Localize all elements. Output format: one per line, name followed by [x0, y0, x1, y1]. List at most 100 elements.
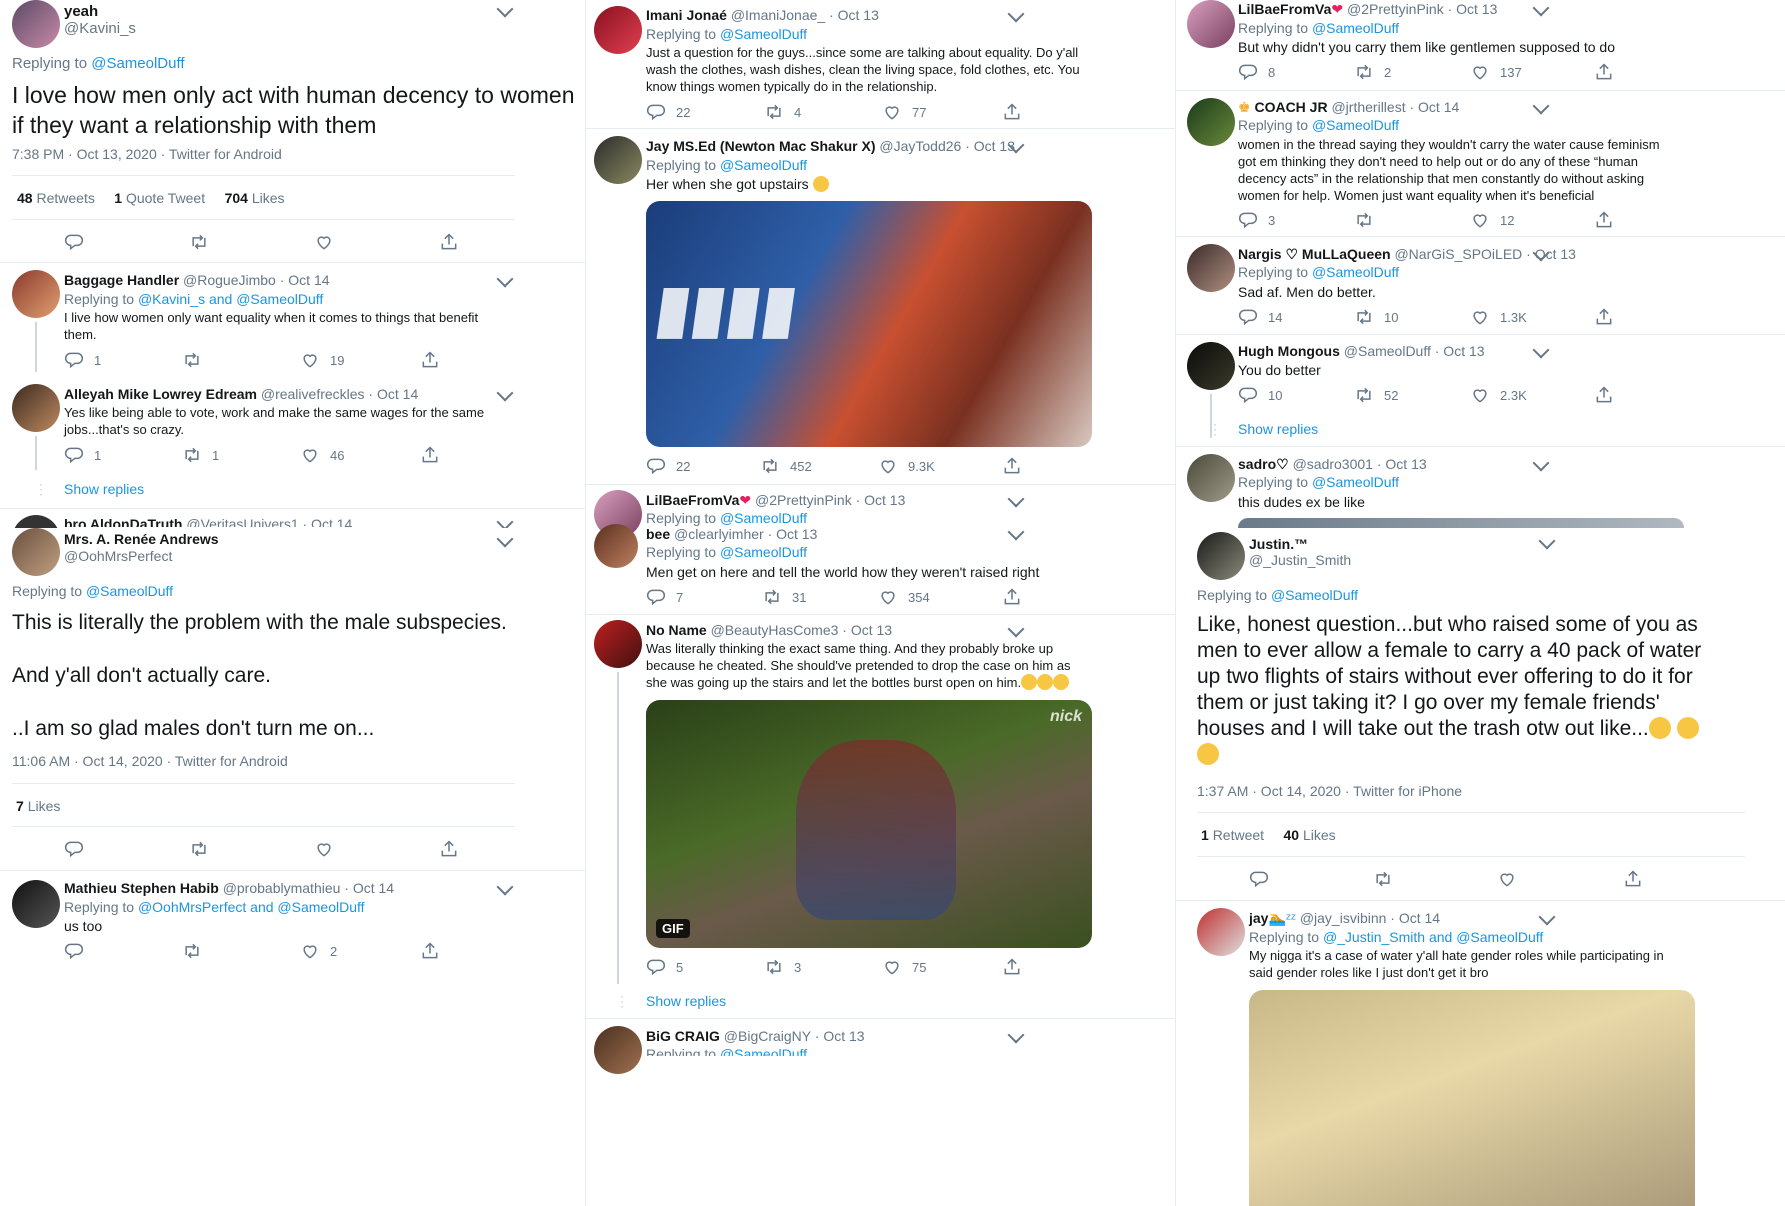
chevron-down-icon[interactable]	[496, 384, 514, 402]
share-button[interactable]	[420, 350, 440, 370]
reply-button[interactable]: 14	[1238, 307, 1282, 327]
share-button[interactable]	[1594, 385, 1614, 405]
share-button[interactable]	[1002, 102, 1022, 122]
chevron-down-icon[interactable]	[1532, 341, 1550, 359]
chevron-down-icon[interactable]	[1007, 620, 1025, 638]
avatar[interactable]	[12, 880, 60, 928]
author-meta[interactable]: @2PrettyinPink · Oct 13	[755, 492, 905, 508]
like-button[interactable]	[314, 232, 334, 252]
avatar[interactable]	[1187, 454, 1235, 502]
reply-button[interactable]	[1249, 869, 1269, 889]
author-name[interactable]: bro AldonDaTruth	[64, 516, 182, 527]
avatar[interactable]	[594, 524, 638, 568]
like-button[interactable]: 75	[882, 957, 926, 977]
retweet-button[interactable]: 452	[760, 456, 812, 476]
reply-button[interactable]: 7	[646, 587, 683, 607]
quote-tweets-count[interactable]: 1 Quote Tweet	[114, 190, 205, 206]
like-button[interactable]: 19	[300, 350, 344, 370]
author-name[interactable]: BiG CRAIG	[646, 1028, 720, 1044]
mention-link[interactable]: @Kavini_s and @SameolDuff	[138, 291, 323, 307]
chevron-down-icon[interactable]	[1532, 0, 1550, 17]
show-replies-link[interactable]: Show replies	[1238, 421, 1318, 437]
share-button[interactable]	[1002, 587, 1022, 607]
reply-button[interactable]: 22	[646, 456, 690, 476]
like-button[interactable]: 2	[300, 941, 337, 961]
author-name[interactable]: Justin.™	[1249, 536, 1308, 552]
avatar[interactable]	[1187, 342, 1235, 390]
avatar[interactable]	[1197, 908, 1245, 956]
like-button[interactable]: 12	[1470, 210, 1514, 230]
likes-count[interactable]: 40 Likes	[1284, 827, 1336, 843]
mention-link[interactable]: @SameolDuff	[1312, 117, 1399, 133]
tweet-gif[interactable]: nick GIF	[646, 700, 1092, 948]
reply-button[interactable]: 1	[64, 445, 101, 465]
chevron-down-icon[interactable]	[496, 878, 514, 896]
avatar[interactable]	[594, 136, 642, 184]
avatar[interactable]	[594, 6, 642, 54]
tweet-image[interactable]	[1249, 990, 1695, 1206]
retweet-button[interactable]	[189, 232, 209, 252]
author-name[interactable]: Hugh Mongous	[1238, 343, 1340, 359]
like-button[interactable]: 354	[878, 587, 930, 607]
author-name[interactable]: COACH JR	[1254, 99, 1327, 115]
author-meta[interactable]: @realivefreckles · Oct 14	[261, 386, 418, 402]
author-handle[interactable]: @OohMrsPerfect	[64, 548, 172, 564]
share-button[interactable]	[439, 839, 459, 859]
like-button[interactable]: 46	[300, 445, 344, 465]
author-meta[interactable]: @sadro3001 · Oct 13	[1293, 456, 1427, 472]
retweet-button[interactable]: 4	[764, 102, 801, 122]
like-button[interactable]	[314, 839, 334, 859]
chevron-down-icon[interactable]	[1007, 5, 1025, 23]
avatar[interactable]	[1187, 244, 1235, 292]
avatar[interactable]	[594, 620, 642, 668]
share-button[interactable]	[1623, 869, 1643, 889]
author-meta[interactable]: @VeritasUnivers1 · Oct 14	[186, 516, 352, 527]
like-button[interactable]: 9.3K	[878, 456, 935, 476]
mention-link[interactable]: @OohMrsPerfect and @SameolDuff	[138, 899, 365, 915]
like-button[interactable]	[1497, 869, 1517, 889]
retweet-button[interactable]: 10	[1354, 307, 1398, 327]
retweet-button[interactable]	[1354, 210, 1384, 230]
retweet-button[interactable]	[182, 350, 212, 370]
chevron-down-icon[interactable]	[1532, 97, 1550, 115]
mention-link[interactable]: @SameolDuff	[720, 1046, 807, 1056]
mention-link[interactable]: @SameolDuff	[720, 544, 807, 560]
chevron-down-icon[interactable]	[1532, 454, 1550, 472]
retweet-button[interactable]: 2	[1354, 62, 1391, 82]
share-button[interactable]	[420, 445, 440, 465]
author-name[interactable]: bee	[646, 526, 670, 542]
likes-count[interactable]: 7 Likes	[16, 798, 60, 814]
retweet-button[interactable]	[189, 839, 209, 859]
author-name[interactable]: Baggage Handler	[64, 272, 179, 288]
author-name[interactable]: Imani Jonaé	[646, 7, 727, 23]
like-button[interactable]: 77	[882, 102, 926, 122]
retweet-button[interactable]: 31	[762, 587, 806, 607]
mention-link[interactable]: @_Justin_Smith and @SameolDuff	[1323, 929, 1543, 945]
retweet-button[interactable]: 3	[764, 957, 801, 977]
share-button[interactable]	[1594, 307, 1614, 327]
mention-link[interactable]: @SameolDuff	[720, 157, 807, 173]
author-name[interactable]: Nargis ♡ MuLLaQueen	[1238, 246, 1391, 262]
avatar[interactable]	[12, 528, 60, 576]
share-button[interactable]	[1002, 957, 1022, 977]
chevron-down-icon[interactable]	[496, 270, 514, 288]
reply-button[interactable]: 5	[646, 957, 683, 977]
reply-button[interactable]: 1	[64, 350, 101, 370]
mention-link[interactable]: @SameolDuff	[86, 583, 173, 599]
avatar[interactable]	[12, 384, 60, 432]
retweet-button[interactable]: 52	[1354, 385, 1398, 405]
share-button[interactable]	[439, 232, 459, 252]
likes-count[interactable]: 704 Likes	[225, 190, 285, 206]
mention-link[interactable]: @SameolDuff	[1312, 264, 1399, 280]
retweets-count[interactable]: 1 Retweet	[1201, 827, 1264, 843]
author-name[interactable]: LilBaeFromVa	[1238, 1, 1331, 17]
author-name[interactable]: Jay MS.Ed (Newton Mac Shakur X)	[646, 138, 876, 154]
reply-button[interactable]	[64, 839, 84, 859]
like-button[interactable]: 1.3K	[1470, 307, 1527, 327]
mention-link[interactable]: @SameolDuff	[720, 510, 807, 526]
share-button[interactable]	[1002, 456, 1022, 476]
tweet-image[interactable]	[1238, 518, 1684, 528]
tweet-timestamp[interactable]: 7:38 PM · Oct 13, 2020 · Twitter for And…	[12, 146, 282, 162]
share-button[interactable]	[420, 941, 440, 961]
chevron-down-icon[interactable]	[496, 0, 514, 18]
